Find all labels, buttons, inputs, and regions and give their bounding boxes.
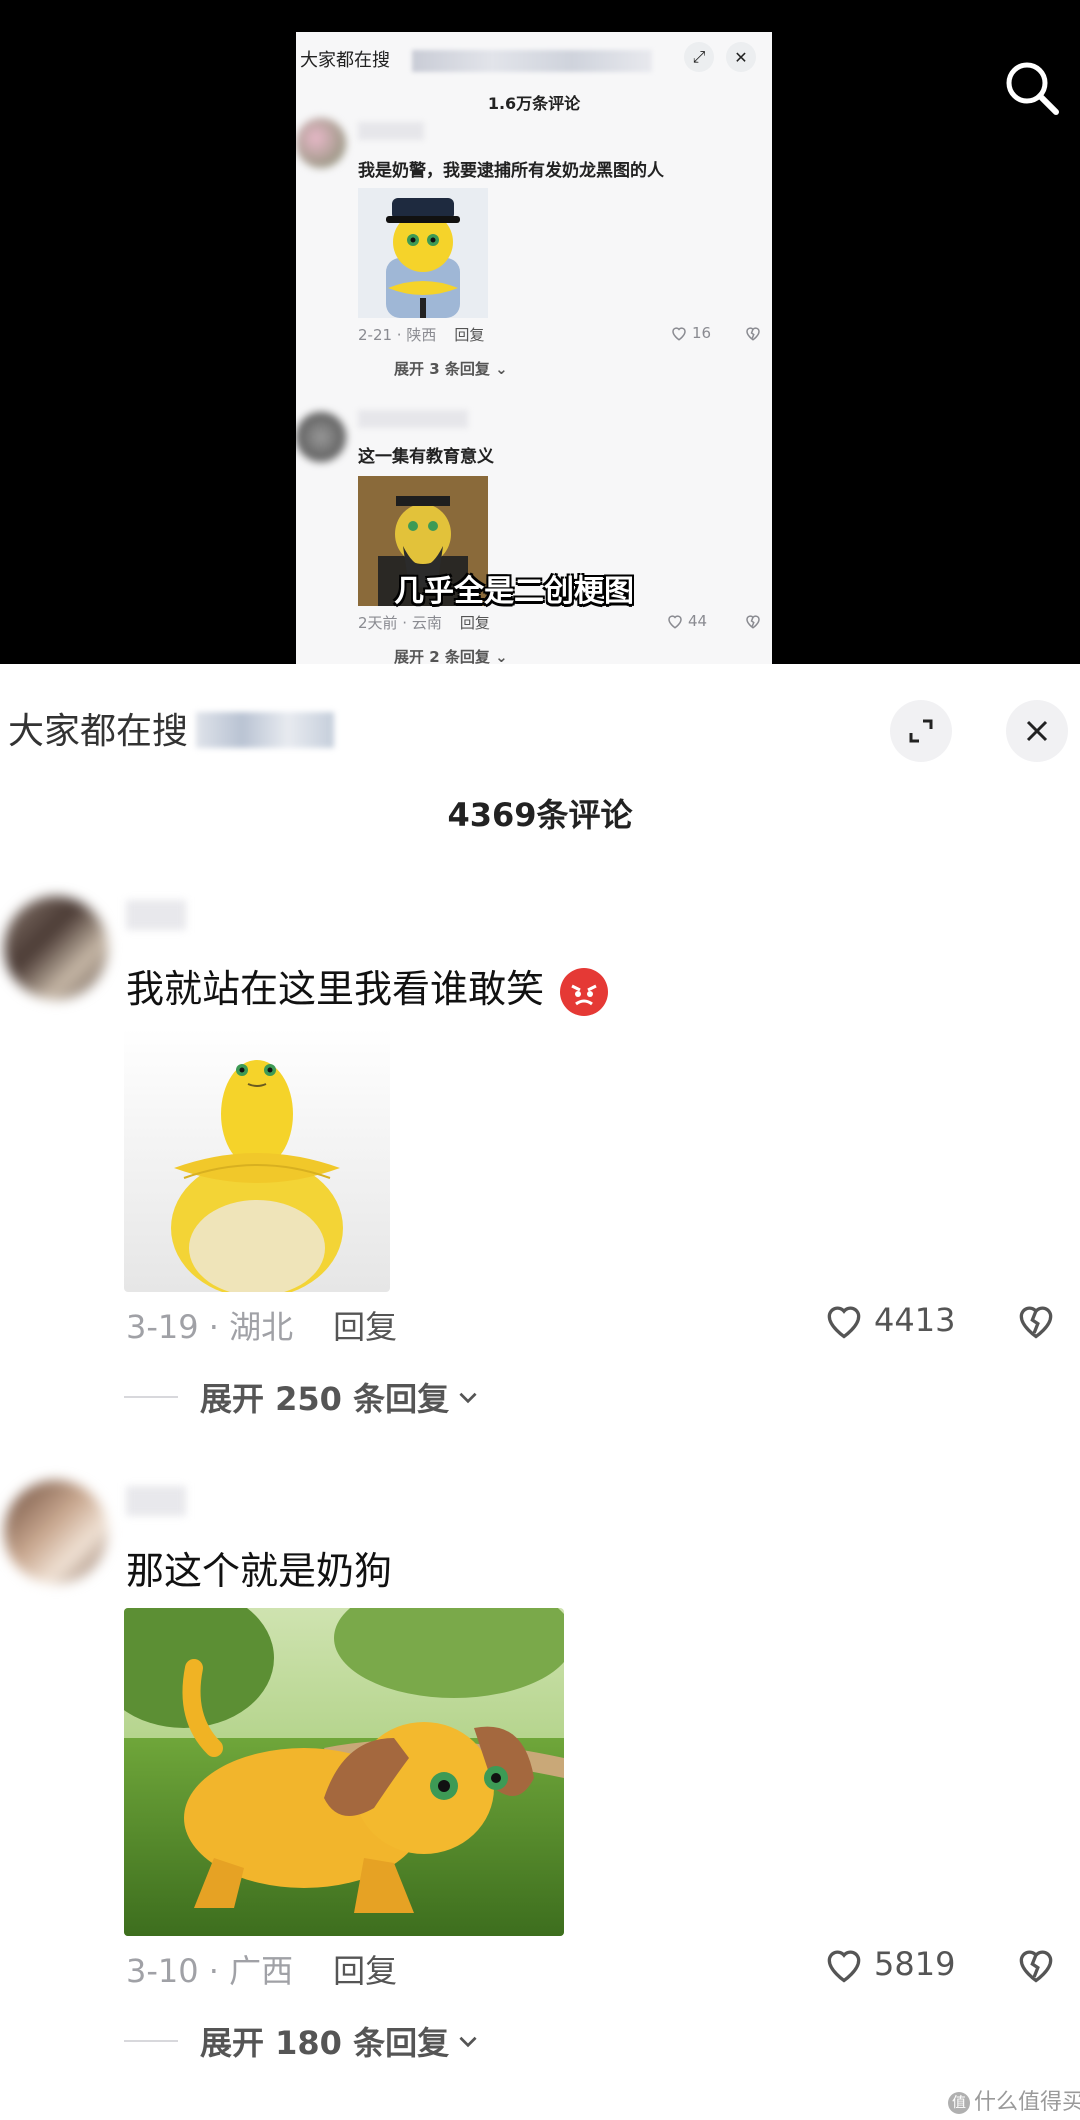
embedded-like-count: 44 (688, 612, 708, 630)
close-icon (1026, 720, 1048, 742)
video-panel: 大家都在搜 ⤢ ✕ 1.6万条评论 我是奶警，我要逮捕所有发奶龙黑图的人 2-2… (0, 0, 1080, 664)
panel-title: 大家都在搜 (8, 711, 189, 752)
embedded-comment-text: 我是奶警，我要逮捕所有发奶龙黑图的人 (358, 161, 664, 181)
username-blur[interactable] (126, 1486, 186, 1516)
embedded-comment-meta: 2天前 · 云南 回复 (358, 612, 490, 633)
embedded-comment-image-police (358, 188, 488, 318)
embedded-title: 大家都在搜 (300, 50, 390, 71)
username-blur[interactable] (126, 900, 186, 930)
expand-replies-button[interactable]: 展开 180 条回复 (124, 2018, 481, 2064)
expand-divider (124, 2040, 178, 2042)
embedded-expand-replies: 展开 3 条回复 ⌄ (394, 360, 508, 378)
search-term-blur (196, 712, 334, 748)
embedded-username-blur (358, 122, 424, 140)
broken-heart-icon (746, 615, 760, 629)
embedded-avatar (296, 412, 346, 462)
date-location: 3-19 · 湖北 (126, 1308, 294, 1346)
watermark-logo: 值 (948, 2092, 970, 2114)
embedded-search-blur (412, 50, 652, 72)
comment-text: 那这个就是奶狗 (126, 1549, 393, 1593)
watermark-text: 什么值得买 (974, 2090, 1080, 2115)
embedded-avatar (296, 118, 346, 168)
embedded-username-blur (358, 410, 468, 428)
comment-text: 我就站在这里我看谁敢笑 (126, 958, 609, 1016)
embedded-close-icon: ✕ (726, 42, 756, 72)
like-count: 4413 (874, 1301, 956, 1339)
search-icon[interactable] (1000, 56, 1064, 120)
expand-button[interactable] (890, 700, 952, 762)
comment-text-content: 我就站在这里我看谁敢笑 (126, 967, 545, 1011)
like-count: 5819 (874, 1945, 956, 1983)
avatar[interactable] (4, 1480, 108, 1584)
expand-divider (124, 1396, 178, 1398)
embedded-like-count: 16 (692, 324, 712, 342)
comment-image-yellow-character[interactable] (124, 1028, 390, 1292)
reply-button[interactable]: 回复 (333, 1308, 397, 1346)
embedded-like: 44 (666, 612, 707, 630)
embedded-comment-text: 这一集有教育意义 (358, 447, 494, 467)
embedded-date-location: 2-21 · 陕西 (358, 326, 437, 344)
angry-emoji-icon (560, 967, 609, 1016)
embedded-reply: 回复 (459, 614, 490, 632)
comment-image-yellow-dog[interactable] (124, 1608, 564, 1936)
watermark: 值什么值得买 (948, 2084, 1080, 2116)
embedded-expand-replies: 展开 2 条回复 ⌄ (394, 648, 508, 664)
chevron-down-icon (459, 1392, 477, 1404)
heart-icon (668, 615, 682, 629)
expand-replies-label: 展开 180 条回复 (200, 2024, 450, 2062)
embedded-expand-icon: ⤢ (684, 42, 714, 72)
comment-count: 4369条评论 (447, 796, 633, 834)
heart-icon (827, 1306, 861, 1339)
comment-meta: 3-19 · 湖北 回复 (126, 1302, 397, 1348)
expand-replies-label: 展开 250 条回复 (200, 1380, 450, 1418)
expand-icon (909, 719, 933, 743)
expand-replies-button[interactable]: 展开 250 条回复 (124, 1374, 481, 1420)
like-button[interactable]: 4413 (822, 1298, 955, 1342)
embedded-screenshot: 大家都在搜 ⤢ ✕ 1.6万条评论 我是奶警，我要逮捕所有发奶龙黑图的人 2-2… (296, 32, 772, 664)
broken-heart-icon (746, 327, 760, 341)
date-location: 3-10 · 广西 (126, 1952, 294, 1990)
heart-icon (672, 327, 686, 341)
video-caption: 几乎全是二创梗图 (394, 574, 634, 609)
heart-icon (827, 1950, 861, 1983)
reply-button[interactable]: 回复 (333, 1952, 397, 1990)
embedded-comment-count: 1.6万条评论 (487, 94, 581, 113)
broken-heart-icon[interactable] (1014, 1942, 1058, 1986)
broken-heart-icon[interactable] (1014, 1298, 1058, 1342)
embedded-reply: 回复 (454, 326, 485, 344)
avatar[interactable] (4, 896, 108, 1000)
comment-meta: 3-10 · 广西 回复 (126, 1946, 397, 1992)
chevron-down-icon (459, 2036, 477, 2048)
like-button[interactable]: 5819 (822, 1942, 955, 1986)
embedded-comment-meta: 2-21 · 陕西 回复 (358, 324, 484, 345)
embedded-date-location: 2天前 · 云南 (358, 614, 442, 632)
close-button[interactable] (1006, 700, 1068, 762)
embedded-like: 16 (670, 324, 711, 342)
